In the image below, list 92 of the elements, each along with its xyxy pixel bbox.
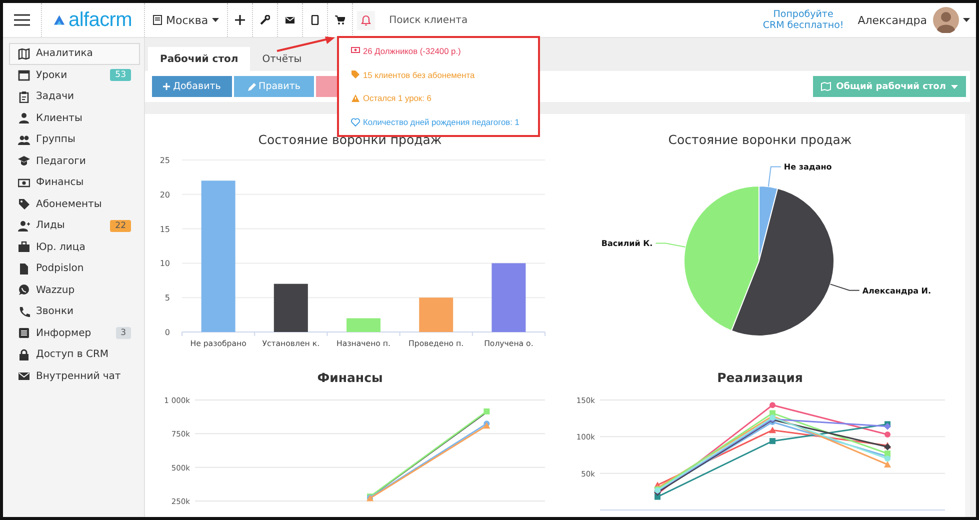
count-badge: 22 bbox=[110, 220, 131, 232]
user-menu-button[interactable] bbox=[933, 7, 970, 33]
sidebar-item[interactable]: Wazzup bbox=[9, 280, 140, 301]
phone-icon bbox=[310, 15, 320, 25]
sidebar-item[interactable]: Юр. лица bbox=[9, 236, 140, 258]
plus-icon bbox=[163, 83, 170, 90]
point bbox=[884, 450, 890, 456]
bell-icon bbox=[361, 14, 372, 26]
axis-tick-label: 15 bbox=[160, 224, 170, 234]
axis-tick-label: 25 bbox=[160, 156, 170, 165]
people-icon bbox=[18, 134, 30, 146]
phone-icon bbox=[18, 306, 30, 318]
sidebar-item[interactable]: Информер 3 bbox=[9, 322, 140, 344]
sidebar-item[interactable]: Уроки 53 bbox=[9, 64, 140, 86]
slice-label: Не задано bbox=[784, 162, 832, 172]
slice-label: Василий К. bbox=[601, 239, 653, 248]
map-icon bbox=[18, 48, 30, 60]
clipboard-icon bbox=[18, 90, 30, 103]
caret-icon bbox=[950, 84, 958, 88]
logo-text: alfacrm bbox=[68, 8, 132, 32]
graduation-cap-icon bbox=[18, 155, 30, 168]
sidebar-item[interactable]: Задачи bbox=[9, 86, 140, 108]
leader-line bbox=[768, 166, 782, 188]
sidebar-item[interactable]: Педагоги bbox=[9, 150, 140, 172]
sidebar-item[interactable]: Podpislon bbox=[9, 258, 140, 280]
cart-icon bbox=[335, 15, 346, 25]
point bbox=[769, 426, 776, 433]
tag-icon bbox=[18, 198, 30, 210]
point bbox=[884, 455, 890, 462]
briefcase-icon bbox=[18, 241, 30, 254]
person-icon bbox=[18, 112, 30, 124]
axis-tick-label: 0 bbox=[164, 328, 170, 337]
sidebar-item[interactable]: Финансы bbox=[9, 172, 140, 194]
sidebar-item[interactable]: Аналитика bbox=[9, 43, 140, 64]
plus-icon bbox=[235, 15, 246, 25]
point bbox=[884, 422, 891, 430]
point bbox=[770, 438, 776, 444]
envelope-icon bbox=[285, 15, 296, 25]
notification-link[interactable]: 26 Должников (-32400 р.) bbox=[339, 46, 538, 56]
caret-icon bbox=[212, 18, 220, 22]
sidebar-item[interactable]: Внутренний чат bbox=[9, 366, 140, 387]
lock-icon bbox=[18, 348, 30, 361]
chart-title: Реализация bbox=[716, 368, 804, 386]
banknote-icon bbox=[351, 46, 360, 56]
slice-label: Александра И. bbox=[862, 286, 932, 296]
tab[interactable]: Отчёты bbox=[250, 47, 314, 71]
cart-button[interactable] bbox=[335, 15, 346, 25]
chart-title: Состояние воронки продаж bbox=[257, 131, 443, 149]
map-icon bbox=[821, 82, 832, 91]
caret-icon bbox=[963, 18, 970, 22]
sidebar-item[interactable]: Доступ в CRM bbox=[9, 344, 140, 366]
plus-button[interactable] bbox=[235, 15, 246, 25]
branch-dropdown[interactable]: Москва bbox=[153, 14, 220, 26]
sidebar-item[interactable]: Звонки bbox=[9, 301, 140, 322]
point bbox=[484, 408, 490, 414]
user-name: Александра bbox=[858, 14, 928, 26]
chat-bubble-icon bbox=[18, 284, 30, 296]
leader-line bbox=[655, 242, 686, 248]
warning-icon bbox=[351, 94, 360, 103]
wrench-button[interactable] bbox=[260, 15, 270, 25]
heart-icon bbox=[351, 118, 360, 127]
pencil-icon bbox=[248, 82, 256, 90]
tab[interactable]: Рабочий стол bbox=[148, 47, 250, 71]
menu-icon bbox=[14, 14, 30, 26]
axis-tick-label: 20 bbox=[160, 190, 170, 200]
envelope-icon bbox=[18, 370, 30, 382]
sidebar-item[interactable]: Абонементы bbox=[9, 194, 140, 215]
menu-button[interactable] bbox=[14, 14, 30, 26]
wrench-icon bbox=[260, 15, 270, 25]
tag-icon bbox=[351, 70, 360, 80]
pointer-arrow bbox=[276, 36, 336, 53]
axis-tick-label: 10 bbox=[160, 259, 170, 268]
free-trial-link[interactable]: Попробуйте CRM бесплатно! bbox=[762, 9, 858, 31]
file-icon bbox=[18, 262, 30, 275]
envelope-button[interactable] bbox=[285, 15, 296, 25]
point bbox=[770, 402, 776, 408]
sidebar-item[interactable]: Лиды 22 bbox=[9, 215, 140, 236]
notifications-button[interactable] bbox=[357, 10, 376, 30]
avatar bbox=[933, 7, 959, 33]
count-badge: 53 bbox=[110, 69, 131, 82]
chart-title: Состояние воронки продаж bbox=[667, 131, 853, 149]
person-plus-icon bbox=[18, 220, 30, 232]
sidebar-item[interactable]: Клиенты bbox=[9, 108, 140, 129]
sidebar-item[interactable]: Группы bbox=[9, 129, 140, 150]
newspaper-icon bbox=[18, 327, 30, 340]
leader-line bbox=[830, 284, 860, 291]
banknote-icon bbox=[18, 176, 30, 189]
chart-title: Финансы bbox=[316, 368, 384, 386]
axis-tick-label: 5 bbox=[164, 294, 170, 303]
phone-button[interactable] bbox=[310, 15, 320, 25]
calendar-icon bbox=[18, 69, 30, 82]
count-badge: 3 bbox=[116, 327, 131, 340]
